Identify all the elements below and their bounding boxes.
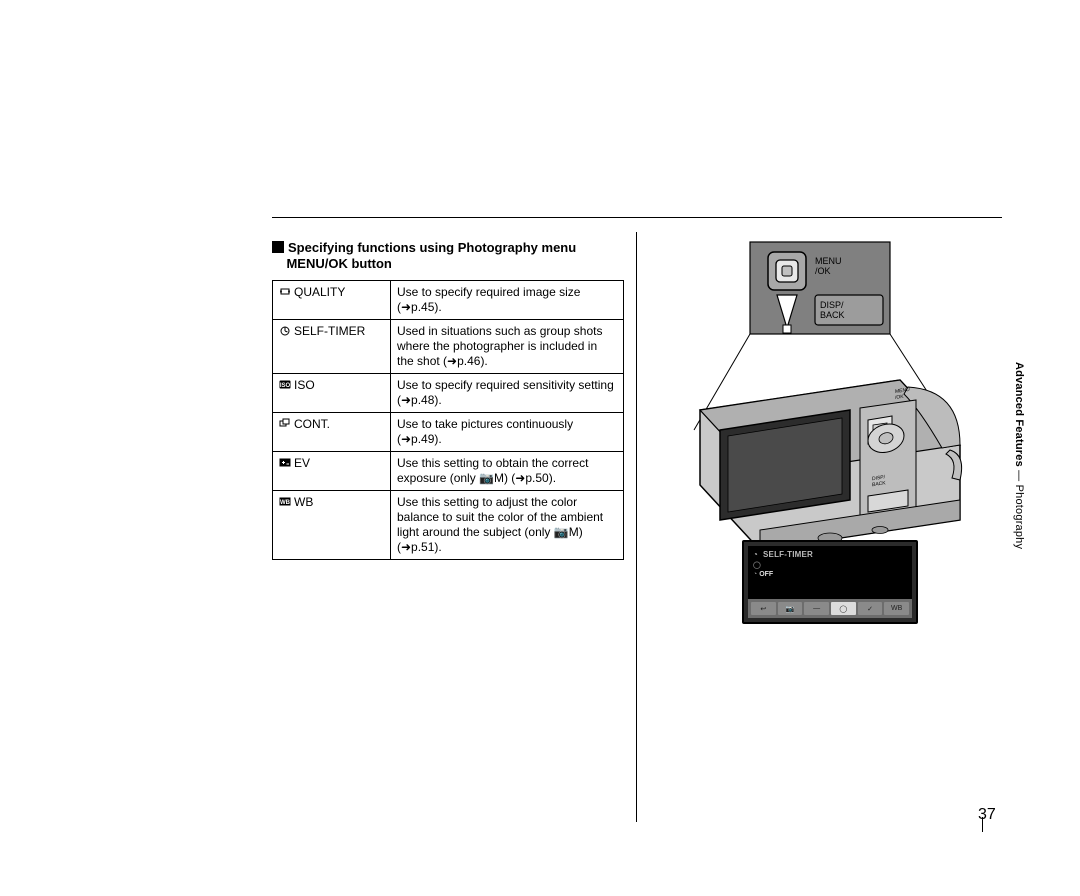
menu-screen-tabs: ↩ 📷 — ◯ ✓ WB — [748, 598, 912, 618]
menu-ok-label: MENU — [815, 256, 842, 266]
table-row: WBWB Use this setting to adjust the colo… — [273, 491, 624, 560]
camera-illustration: MENU /OK DISP/ BACK — [660, 240, 1000, 580]
svg-text:ISO: ISO — [280, 383, 291, 389]
menu-tab: ↩ — [751, 602, 776, 615]
row-desc: Use this setting to adjust the color bal… — [391, 491, 624, 560]
svg-text:/OK: /OK — [815, 266, 831, 276]
svg-text:BACK: BACK — [820, 310, 845, 320]
row-desc: Use to specify required sensitivity sett… — [391, 374, 624, 413]
menu-screen-title: SELF-TIMER — [763, 550, 813, 559]
row-desc: Use to take pictures continuously (➜p.49… — [391, 413, 624, 452]
column-divider — [636, 232, 637, 822]
menu-ok-button — [768, 252, 806, 290]
row-desc: Use this setting to obtain the correct e… — [391, 452, 624, 491]
heading-line2: MENU/OK button — [286, 256, 391, 271]
menu-tab: WB — [884, 602, 909, 615]
table-row: EV Use this setting to obtain the correc… — [273, 452, 624, 491]
row-label: QUALITY — [294, 285, 345, 299]
menu-tab: — — [804, 602, 829, 615]
row-label: CONT. — [294, 417, 330, 431]
svg-text:WB: WB — [280, 500, 291, 506]
buttons-panel-inset: MENU /OK DISP/ BACK — [750, 242, 890, 334]
menu-tab: ✓ — [858, 602, 883, 615]
manual-page: Specifying functions using Photography m… — [90, 62, 984, 817]
table-row: SELF-TIMER Used in situations such as gr… — [273, 320, 624, 374]
row-label: WB — [294, 495, 313, 509]
row-label: EV — [294, 456, 310, 470]
camera-back-view: MENU /OK DISP/ BACK — [700, 380, 962, 550]
side-section-label: Advanced Features — Photography — [1013, 362, 1025, 549]
self-timer-icon — [279, 325, 291, 336]
section-heading: Specifying functions using Photography m… — [272, 240, 622, 272]
functions-table: QUALITY Use to specify required image si… — [272, 280, 624, 560]
cont-icon — [279, 418, 291, 429]
row-label: ISO — [294, 378, 315, 392]
top-rule — [272, 217, 1002, 218]
disp-back-label: DISP/ — [820, 300, 844, 310]
row-desc: Use to specify required image size (➜p.4… — [391, 281, 624, 320]
wb-icon: WB — [279, 496, 291, 507]
iso-icon: ISO — [279, 379, 291, 390]
row-label: SELF-TIMER — [294, 324, 365, 338]
quality-icon — [279, 286, 291, 297]
ev-icon — [279, 457, 291, 468]
heading-line1: Specifying functions using Photography m… — [288, 240, 576, 255]
row-desc: Used in situations such as group shots w… — [391, 320, 624, 374]
menu-tab-active: ◯ — [831, 602, 856, 615]
heading-square-icon — [272, 241, 284, 253]
lcd-menu-screenshot: ◔SELF-TIMER ◯ ◔ OFF ↩ 📷 — ◯ ✓ WB — [742, 540, 918, 624]
page-number: 37 — [978, 806, 996, 824]
table-row: QUALITY Use to specify required image si… — [273, 281, 624, 320]
table-row: ISOISO Use to specify required sensitivi… — [273, 374, 624, 413]
table-row: CONT. Use to take pictures continuously … — [273, 413, 624, 452]
menu-screen-selected: OFF — [759, 571, 773, 578]
menu-screen-option: ◯ — [753, 561, 907, 569]
menu-tab: 📷 — [778, 602, 803, 615]
